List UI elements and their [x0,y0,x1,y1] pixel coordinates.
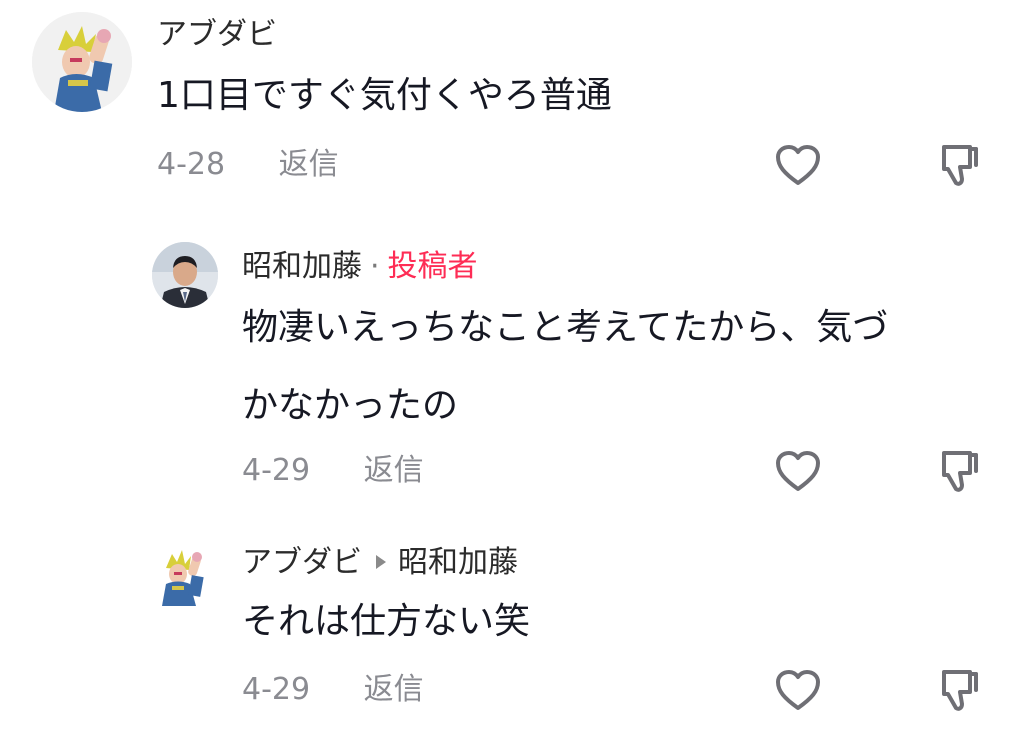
comment-username: 昭和加藤 · 投稿者 [242,252,478,282]
reply-button[interactable]: 返信 [279,147,339,182]
reply-button[interactable]: 返信 [364,453,424,488]
like-button[interactable] [770,137,826,193]
thumbs-down-icon [942,670,978,711]
dislike-button[interactable] [930,137,986,193]
man-in-suit-avatar-icon [152,242,218,308]
dislike-button[interactable] [930,662,986,718]
heart-outline-icon [776,145,820,185]
avatar[interactable] [152,242,218,308]
comment-meta: 4-29 返信 [242,675,424,705]
comment-date: 4-29 [242,672,311,707]
comment-text: 1口目ですぐ気付くやろ普通 [157,75,612,116]
comment-meta: 4-28 返信 [157,150,339,180]
anime-character-avatar-icon [158,546,210,606]
separator-dot: · [370,249,380,284]
avatar[interactable] [32,12,132,112]
heart-outline-icon [776,451,820,491]
author-badge: 投稿者 [387,249,478,284]
heart-outline-icon [776,670,820,710]
reply-arrow-icon [376,555,386,569]
avatar[interactable] [158,546,210,606]
dislike-button[interactable] [930,443,986,499]
comment-text-line: かなかったの [242,385,459,426]
username-text[interactable]: アブダビ [242,545,362,580]
comment-text: 物凄いえっちなこと考えてたから、気づ かなかったの [242,289,888,445]
comment-date: 4-29 [242,453,311,488]
comment-username: アブダビ 昭和加藤 [242,548,518,578]
comment-text-line: 物凄いえっちなこと考えてたから、気づ [242,307,889,348]
reply-to-username[interactable]: 昭和加藤 [398,545,518,580]
comment-meta: 4-29 返信 [242,456,424,486]
username-text[interactable]: アブダビ [157,17,277,52]
like-button[interactable] [770,443,826,499]
anime-character-avatar-icon [32,12,132,112]
reply-button[interactable]: 返信 [364,672,424,707]
comment-date: 4-28 [157,147,226,182]
comment-text: それは仕方ない笑 [242,601,531,642]
like-button[interactable] [770,662,826,718]
thumbs-down-icon [942,451,978,492]
username-text[interactable]: 昭和加藤 [242,249,362,284]
thumbs-down-icon [942,145,978,186]
comment-username[interactable]: アブダビ [157,20,277,50]
